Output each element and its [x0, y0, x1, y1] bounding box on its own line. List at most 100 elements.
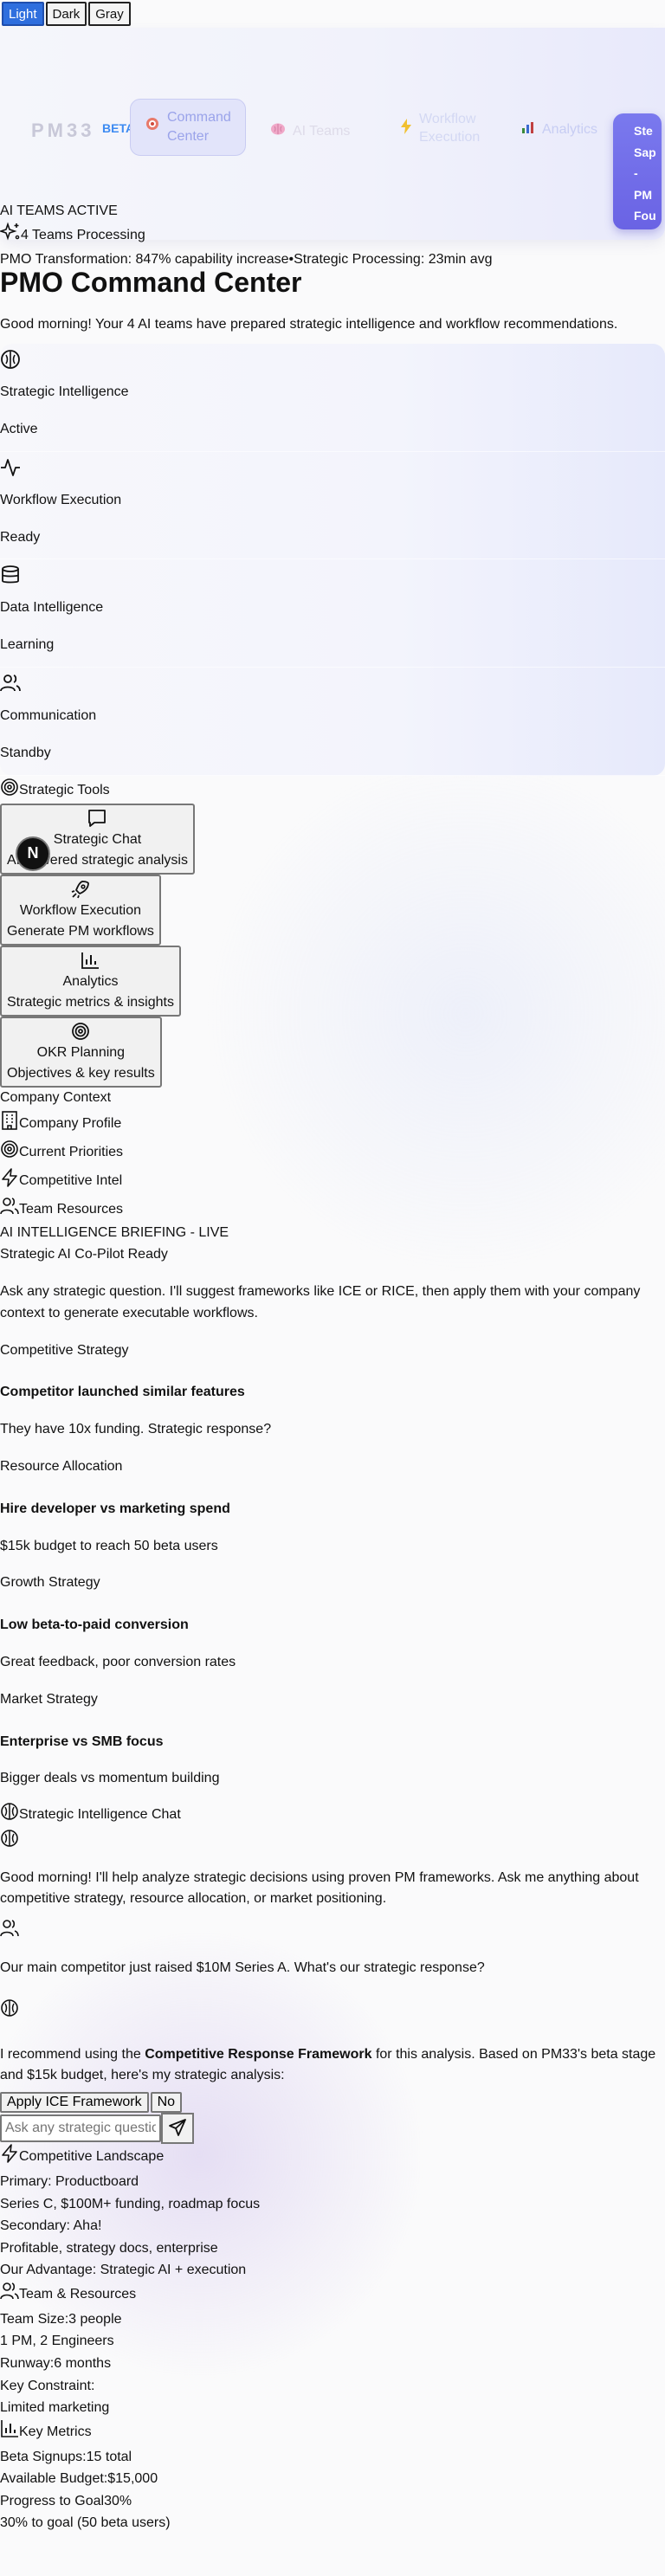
team-size-value: 3 people [68, 2311, 122, 2327]
logo[interactable]: PM33 [31, 116, 94, 145]
user-avatar [0, 1919, 665, 1946]
lightning-icon [400, 118, 412, 139]
scenario-category: Market Strategy [0, 1691, 98, 1707]
target-icon [145, 116, 160, 138]
users-icon [0, 2282, 19, 2308]
scenario-card[interactable]: Resource Allocation Hire developer vs ma… [0, 1456, 665, 1557]
ai-avatar [0, 1829, 665, 1856]
users-icon [0, 1920, 19, 1941]
context-company-profile[interactable]: Company Profile [0, 1111, 665, 1138]
scenario-desc: $15k budget to reach 50 beta users [0, 1538, 218, 1553]
no-button[interactable]: No [150, 2092, 183, 2114]
chat-icon [7, 809, 188, 830]
scenario-card[interactable]: Competitive Strategy Competitor launched… [0, 1340, 665, 1441]
greeting: Good morning! Your 4 AI teams have prepa… [0, 317, 618, 332]
context-label: Team Resources [19, 1201, 124, 1217]
rocket-icon [7, 880, 154, 901]
lightning-icon [0, 2144, 19, 2171]
competitive-landscape-heading: Competitive Landscape [0, 2144, 665, 2171]
step-button-line: Fou [634, 209, 656, 223]
scenario-category: Growth Strategy [0, 1575, 100, 1591]
budget-label: Available Budget: [0, 2471, 108, 2487]
scenario-title: Hire developer vs marketing spend [0, 1501, 230, 1516]
step-button-line: PM [634, 187, 652, 202]
team-status: Learning [0, 637, 55, 653]
user-message: Our main competitor just raised $10M Ser… [0, 1960, 485, 1976]
beta-signups-label: Beta Signups: [0, 2449, 87, 2464]
nav-row: PM33 BETA Command Center AI Teams Workfl… [0, 71, 665, 229]
team-name: Workflow Execution [0, 492, 122, 507]
target-icon [0, 778, 19, 804]
brain-icon [0, 1830, 19, 1851]
scenario-category: Competitive Strategy [0, 1342, 129, 1358]
scenario-card[interactable]: Market Strategy Enterprise vs SMB focus … [0, 1689, 665, 1790]
theme-light-button[interactable]: Light [2, 2, 44, 26]
team-name: Communication [0, 707, 97, 723]
nav-command-center-label-2: Center [167, 129, 210, 144]
nav-ai-teams[interactable]: AI Teams [270, 119, 350, 144]
apply-ice-framework-button[interactable]: Apply ICE Framework [0, 2092, 149, 2114]
briefing-label: AI INTELLIGENCE BRIEFING - LIVE [0, 1225, 229, 1241]
page-title: PMO Command Center [0, 267, 302, 298]
scenario-desc: Bigger deals vs momentum building [0, 1771, 220, 1786]
users-icon [0, 673, 665, 695]
brain-icon [0, 1802, 19, 1829]
context-team-resources[interactable]: Team Resources [0, 1197, 665, 1223]
context-current-priorities[interactable]: Current Priorities [0, 1140, 665, 1166]
nav-workflow-execution[interactable]: Workflow Execution [400, 111, 480, 147]
team-card-data-intelligence[interactable]: Data Intelligence Learning [0, 559, 665, 668]
step-button-line: Sap [634, 145, 656, 159]
status-block: AI TEAMS ACTIVE 4 Teams Processing PMO T… [0, 201, 493, 270]
landscape-line: Profitable, strategy docs, enterprise [0, 2240, 218, 2256]
avatar[interactable]: N [16, 836, 50, 871]
team-status: Standby [0, 745, 51, 760]
progress-to-goal: Progress to Goal30% [0, 2490, 665, 2513]
bar-chart-icon [0, 2419, 19, 2446]
team-name: Data Intelligence [0, 600, 104, 616]
context-label: Current Priorities [19, 1144, 124, 1159]
team-card-communication[interactable]: Communication Standby [0, 668, 665, 776]
runway-label: Runway: [0, 2356, 55, 2372]
nav-command-center[interactable]: Command Center [130, 99, 246, 156]
beta-signups-value: 15 total [86, 2449, 132, 2464]
chat-heading: Strategic Intelligence Chat [0, 1802, 665, 1829]
scenario-title: Enterprise vs SMB focus [0, 1733, 164, 1749]
tool-title: Workflow Execution [19, 903, 142, 919]
ai-avatar [0, 1998, 665, 2025]
team-composition: 1 PM, 2 Engineers [0, 2334, 114, 2349]
scenario-desc: Great feedback, poor conversion rates [0, 1654, 236, 1669]
framework-actions: Apply ICE Framework No [0, 2092, 665, 2114]
step-button[interactable]: Ste Sap - PM Fou [613, 113, 662, 229]
available-budget: Available Budget:$15,000 [0, 2468, 665, 2490]
scenario-card[interactable]: Growth Strategy Low beta-to-paid convers… [0, 1572, 665, 1673]
teams-processing-label: 4 Teams Processing [21, 227, 145, 242]
key-constraint-label: Key Constraint: [0, 2378, 95, 2393]
nav-workflow-label-2: Execution [419, 129, 481, 145]
key-metrics-heading: Key Metrics [0, 2419, 665, 2446]
transformation-line: PMO Transformation: 847% capability incr… [0, 249, 493, 271]
runway-value: 6 months [54, 2356, 112, 2372]
nav-analytics[interactable]: Analytics [521, 118, 597, 142]
database-icon [0, 565, 665, 587]
team-card-strategic-intelligence[interactable]: Strategic Intelligence Active [0, 344, 665, 452]
send-button[interactable] [161, 2113, 194, 2145]
chat-input[interactable] [0, 2114, 161, 2143]
top-navigation: PM33 BETA Command Center AI Teams Workfl… [0, 28, 665, 267]
ai-reply-message: I recommend using the Competitive Respon… [0, 2044, 665, 2088]
okr-planning-button[interactable]: OKR Planning Objectives & key results [0, 1017, 162, 1088]
tool-title: OKR Planning [36, 1045, 126, 1061]
analytics-button[interactable]: Analytics Strategic metrics & insights [0, 946, 181, 1017]
workflow-execution-button[interactable]: Workflow Execution Generate PM workflows [0, 875, 161, 946]
target-icon [7, 1022, 155, 1043]
theme-gray-button[interactable]: Gray [88, 2, 131, 26]
theme-dark-button[interactable]: Dark [45, 2, 87, 26]
processing-time: Strategic Processing: 23min avg [294, 251, 493, 267]
nav-analytics-label: Analytics [542, 121, 598, 137]
team-card-workflow-execution[interactable]: Workflow Execution Ready [0, 452, 665, 560]
strategic-tools-label: Strategic Tools [19, 782, 110, 797]
context-competitive-intel[interactable]: Competitive Intel [0, 1167, 665, 1195]
ai-teams-panel: Strategic Intelligence Active Workflow E… [0, 344, 665, 776]
sparkles-icon [0, 222, 21, 249]
teams-processing: 4 Teams Processing [0, 222, 493, 249]
nav-command-center-label-1: Command [167, 109, 231, 125]
